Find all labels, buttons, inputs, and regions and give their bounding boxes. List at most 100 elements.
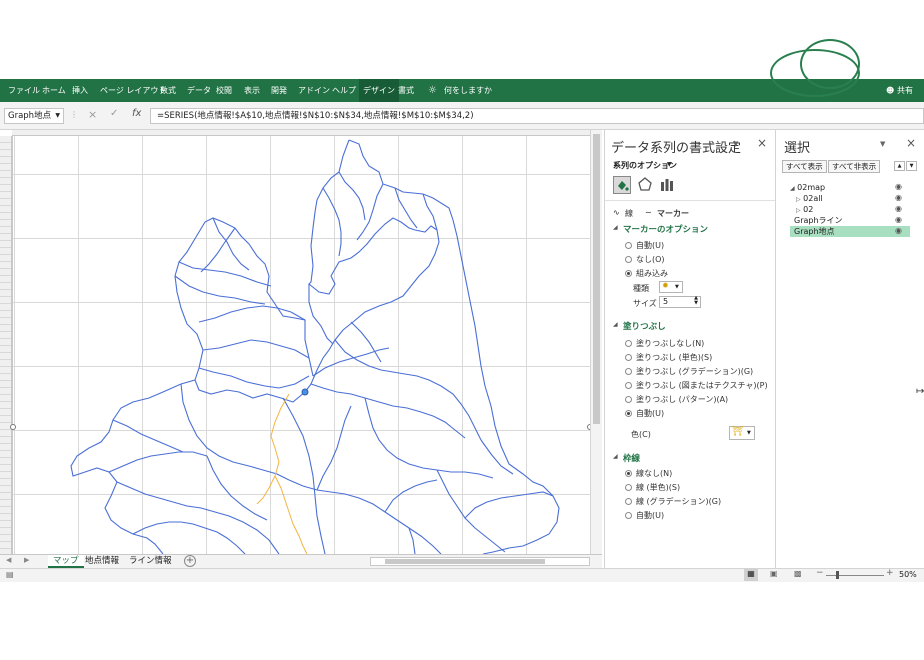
cancel-icon[interactable]: × [88,108,97,121]
eye-icon[interactable]: ◉ [895,215,902,224]
zoom-slider-thumb[interactable] [836,571,839,579]
tab-formulas[interactable]: 数式 [160,79,176,102]
collapse-icon[interactable]: ◢ [613,224,618,231]
fill-color-picker[interactable]: ⛩ ▼ [729,426,755,440]
sheet-tab-points[interactable]: 地点情報 [80,555,124,568]
tab-home[interactable]: ホーム [42,79,66,102]
marker-none-radio[interactable]: なし(O) [625,254,665,265]
next-sheet-icon[interactable]: ▶ [24,556,29,564]
expand-icon[interactable]: ▷ [796,196,801,203]
sheet-tab-map[interactable]: マップ [48,555,84,568]
aomori-map-chart[interactable] [13,136,591,554]
selection-item-graph-line[interactable]: Graphライン [790,215,910,226]
chevron-down-icon[interactable]: ▼ [880,140,885,148]
tab-page-layout[interactable]: ページ レイアウト [100,79,166,102]
tab-marker[interactable]: マーカー [657,208,689,219]
fill-heading[interactable]: 塗りつぶし [623,320,666,332]
tab-file[interactable]: ファイル [8,79,40,102]
tab-design[interactable]: デザイン [359,79,399,102]
row-header[interactable] [0,136,12,554]
tab-review[interactable]: 校閲 [216,79,232,102]
border-auto-radio[interactable]: 自動(U) [625,510,664,521]
hide-all-button[interactable]: すべて非表示 [828,160,881,173]
zoom-level[interactable]: 50% [899,570,917,579]
page-layout-view-icon[interactable]: ▣ [770,569,778,578]
marker-type-dropdown[interactable]: ✹ ▼ [659,281,683,293]
marker-builtin-radio[interactable]: 組み込み [625,268,668,279]
selected-point-marker[interactable] [301,388,309,396]
show-all-button[interactable]: すべて表示 [782,160,827,173]
vertical-scrollbar[interactable] [590,130,602,554]
share-button[interactable]: 共有 [897,79,913,102]
paint-bucket-icon[interactable] [613,176,631,194]
chevron-down-icon[interactable]: ▼ [667,161,672,168]
formula-input[interactable]: =SERIES(地点情報!$A$10,地点情報!$N$10:$N$34,地点情報… [150,108,924,124]
collapse-icon[interactable]: ◢ [613,453,618,460]
expand-icon[interactable]: ▷ [796,207,801,214]
plus-icon[interactable]: + [184,555,196,567]
sheet-tab-lines[interactable]: ライン情報 [124,555,177,568]
resize-handle[interactable] [10,424,16,430]
eye-icon[interactable]: ◉ [895,226,902,235]
marker-options-heading[interactable]: マーカーのオプション [623,223,708,235]
border-heading[interactable]: 枠線 [623,452,640,464]
selection-item-02[interactable]: ▷ 02 [796,204,906,215]
tab-insert[interactable]: 挿入 [72,79,88,102]
macro-icon[interactable]: ▤ [6,570,14,579]
marker-size-input[interactable]: 5 ▲ ▼ [659,296,701,308]
zoom-in-icon[interactable]: + [886,568,894,578]
bring-forward-icon[interactable]: ▲ [894,161,905,171]
plot-area[interactable] [14,137,590,553]
tab-data[interactable]: データ [187,79,211,102]
normal-view-icon[interactable]: ▦ [744,569,758,581]
tab-developer[interactable]: 開発 [271,79,287,102]
fill-none-radio[interactable]: 塗りつぶしなし(N) [625,338,704,349]
scroll-thumb[interactable] [593,134,600,424]
selection-item-02all[interactable]: ▷ 02all [796,193,906,204]
tab-addins[interactable]: アドイン [298,79,330,102]
selection-item-graph-point[interactable]: Graph地点 [790,226,910,237]
enter-icon[interactable]: ✓ [110,108,118,119]
fill-auto-radio[interactable]: 自動(U) [625,408,664,419]
fill-pattern-radio[interactable]: 塗りつぶし (パターン)(A) [625,394,728,405]
eye-icon[interactable]: ◉ [895,182,902,191]
close-icon[interactable]: × [906,136,916,150]
tab-help[interactable]: ヘルプ [332,79,356,102]
border-none-radio[interactable]: 線なし(N) [625,468,672,479]
horizontal-scrollbar[interactable] [370,557,590,566]
tab-format[interactable]: 書式 [398,79,414,102]
fill-gradient-radio[interactable]: 塗りつぶし (グラデーション)(G) [625,366,753,377]
tab-view[interactable]: 表示 [244,79,260,102]
border-solid-radio[interactable]: 線 (単色)(S) [625,482,680,493]
eye-icon[interactable]: ◉ [895,204,902,213]
radio-selected-icon [625,410,632,417]
route-line [256,393,308,554]
collapse-icon[interactable]: ◢ [613,321,618,328]
border-gradient-radio[interactable]: 線 (グラデーション)(G) [625,496,721,507]
worksheet-grid[interactable] [10,136,593,554]
tab-line[interactable]: 線 [625,208,633,219]
scroll-thumb[interactable] [385,559,545,564]
page-break-view-icon[interactable]: ▩ [794,569,802,578]
send-backward-icon[interactable]: ▼ [906,161,917,171]
expand-icon[interactable]: ◢ [790,185,795,192]
eye-icon[interactable]: ◉ [895,193,902,202]
selection-item-02map[interactable]: ◢ 02map [790,182,910,193]
bar-chart-icon[interactable] [659,176,677,194]
tell-me-search[interactable]: 何をしますか [444,79,492,102]
spinner-icon[interactable]: ▲ ▼ [694,296,698,306]
fill-picture-radio[interactable]: 塗りつぶし (図またはテクスチャ)(P) [625,380,768,391]
selection-item-label: 02map [797,183,826,192]
pentagon-icon[interactable] [637,176,655,194]
close-icon[interactable]: × [757,136,767,150]
radio-icon [625,354,632,361]
fx-icon[interactable]: fx [132,108,141,119]
zoom-slider[interactable] [826,575,884,576]
name-box[interactable]: Graph地点 ▼ [4,108,64,124]
zoom-out-icon[interactable]: − [816,568,824,578]
marker-auto-radio[interactable]: 自動(U) [625,240,664,251]
fill-solid-radio[interactable]: 塗りつぶし (単色)(S) [625,352,712,363]
prev-sheet-icon[interactable]: ◀ [6,556,11,564]
chevron-down-icon[interactable]: ▼ [55,109,60,123]
chevron-down-icon[interactable]: ▼ [733,140,738,148]
